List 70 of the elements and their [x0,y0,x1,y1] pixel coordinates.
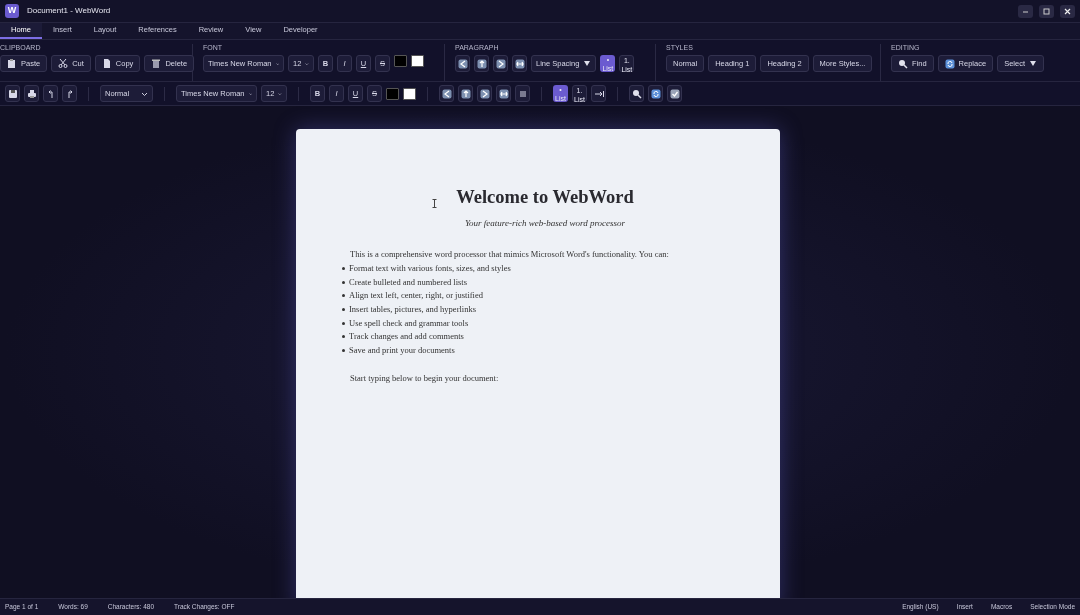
document-subtitle: Your feature-rich web-based word processor [463,216,627,230]
justify-button[interactable] [515,85,530,102]
bullet-icon [342,308,345,312]
replace-button[interactable] [648,85,663,102]
minimize-button[interactable] [1018,4,1033,18]
close-button[interactable] [1060,4,1075,18]
list-item: Track changes and add comments [349,330,464,344]
paragraph: This is a comprehensive word processor that mimics Microsoft Word's functionality. You can: [350,248,670,262]
replace-icon [944,58,955,69]
align-justify-icon [498,88,509,99]
window-title: Document1 - WebWord [27,5,111,17]
bullet-icon [342,280,345,284]
bullet-icon [342,294,345,298]
highlight-color-swatch[interactable] [411,55,424,67]
align-right-icon [495,58,506,69]
list-item: Align text left, center, right, or justified [349,289,483,303]
caret-icon [1029,60,1037,67]
align-button[interactable] [439,85,454,102]
list-item: Save and print your documents [349,344,455,358]
bullet-icon [342,335,345,339]
align-justify-icon [514,58,525,69]
align-button[interactable] [496,85,511,102]
align-left-icon [441,88,452,99]
printer-icon [26,88,37,99]
search-icon [898,58,908,69]
list-item: Format text with various fonts, sizes, and styles [349,261,511,275]
bullet-icon [342,321,345,325]
align-button[interactable] [474,55,489,72]
undo-button[interactable] [43,85,58,102]
align-button[interactable] [477,85,492,102]
replace-icon [650,88,661,99]
scissors-icon [58,58,69,69]
clipboard-icon [7,58,17,69]
align-button[interactable] [512,55,527,72]
app-logo: W [5,4,19,18]
document-icon [101,58,112,69]
text-cursor-icon [432,199,437,208]
lines-icon [517,88,528,99]
trash-icon [151,58,162,69]
bullet-icon [342,349,345,353]
save-button[interactable] [5,85,20,102]
indent-icon [593,88,604,99]
find-button[interactable] [629,85,644,102]
highlight-color-swatch[interactable] [403,87,416,100]
align-right-icon [479,88,490,99]
close-icon [1063,6,1072,16]
caret-icon [583,60,592,67]
maximize-button[interactable] [1039,4,1054,18]
checkmark-icon [669,88,680,99]
document-title: Welcome to WebWord [456,186,634,209]
align-button[interactable] [455,55,470,72]
align-button[interactable] [458,85,473,102]
search-icon [631,88,642,99]
redo-button[interactable] [62,85,77,102]
align-center-icon [476,58,487,69]
bullet-icon [342,266,345,270]
print-button[interactable] [24,85,39,102]
paragraph: Start typing below to begin your document: [350,371,500,385]
chevron-icon [141,90,148,97]
indent-button[interactable] [591,85,606,102]
spell-check-button[interactable] [667,85,682,102]
list-item: Insert tables, pictures, and hyperlinks [349,303,476,317]
align-center-icon [460,88,471,99]
list-item: Use spell check and grammar tools [349,316,469,330]
align-button[interactable] [493,55,508,72]
align-left-icon [457,58,468,69]
maximize-icon [1042,6,1051,16]
list-item: Create bulleted and numbered lists [349,275,468,289]
font-color-swatch[interactable] [386,87,399,100]
font-color-swatch[interactable] [394,55,407,67]
